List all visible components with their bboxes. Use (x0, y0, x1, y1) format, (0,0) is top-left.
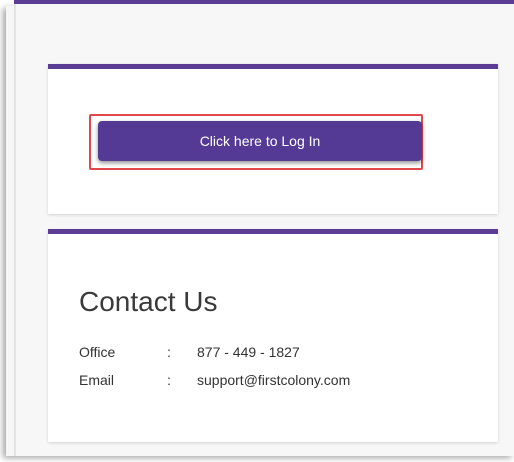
contact-title: Contact Us (79, 286, 218, 317)
email-row: Email : support@firstcolony.com (79, 372, 350, 388)
email-separator: : (167, 372, 171, 388)
login-card: Click here to Log In (48, 64, 498, 214)
left-edge-divider (14, 4, 16, 456)
email-label: Email (79, 372, 115, 388)
contact-card: Contact Us Office : 877 - 449 - 1827 Ema… (48, 229, 498, 442)
page-frame: Click here to Log In Contact Us Office :… (0, 0, 514, 462)
office-phone[interactable]: 877 - 449 - 1827 (197, 344, 300, 360)
email-address[interactable]: support@firstcolony.com (197, 372, 350, 388)
office-separator: : (167, 344, 171, 360)
office-label: Office (79, 344, 116, 360)
top-accent-bar (14, 0, 514, 4)
login-button[interactable]: Click here to Log In (98, 121, 422, 161)
office-row: Office : 877 - 449 - 1827 (79, 344, 300, 360)
